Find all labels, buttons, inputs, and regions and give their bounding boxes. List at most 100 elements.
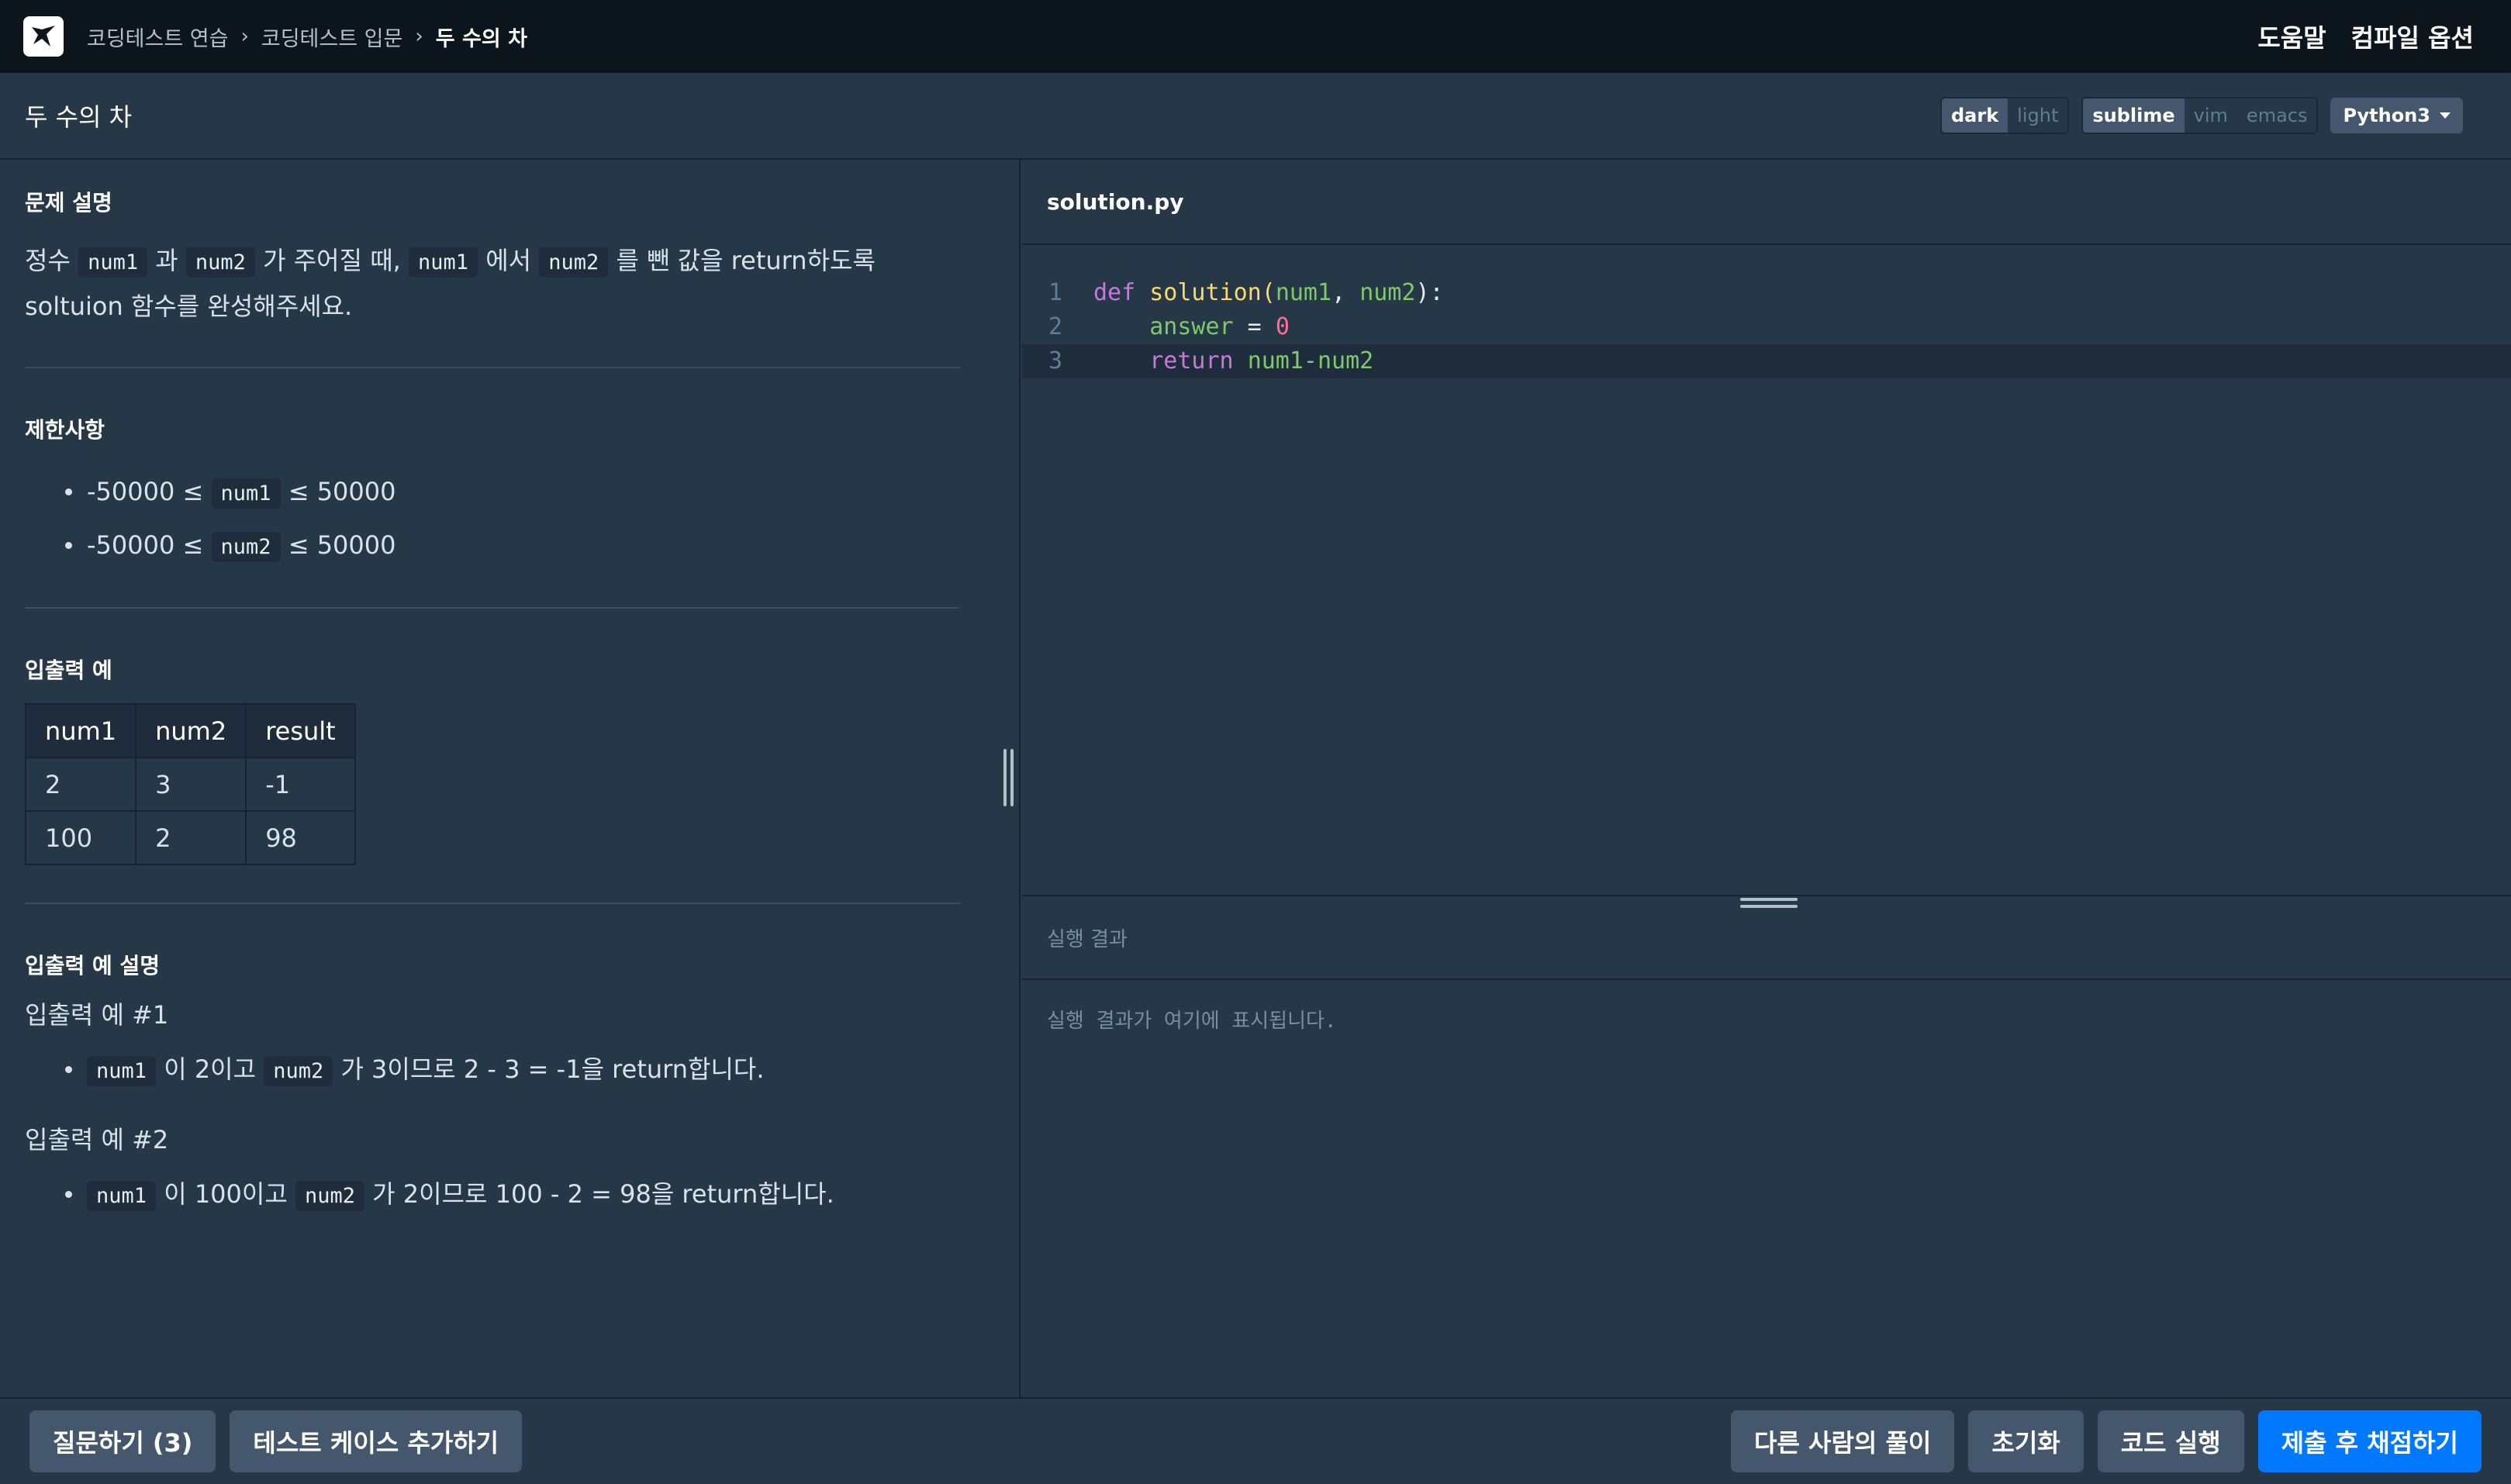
theme-light-option[interactable]: light bbox=[2008, 98, 2068, 133]
inline-code: num2 bbox=[211, 532, 281, 562]
line-number: 1 bbox=[1048, 279, 1062, 306]
table-row: 2 3 -1 bbox=[24, 757, 356, 812]
line-number: 2 bbox=[1048, 313, 1062, 340]
code-token: return bbox=[1149, 347, 1234, 374]
code-token: def bbox=[1093, 279, 1136, 306]
inline-code: num1 bbox=[211, 478, 281, 509]
code-line: 1 def solution(num1, num2): bbox=[1022, 276, 2511, 310]
theme-dark-option[interactable]: dark bbox=[1942, 98, 2008, 133]
line-number: 3 bbox=[1048, 347, 1062, 374]
text-fragment: -50000 ≤ bbox=[87, 477, 212, 506]
description-text: 정수 num1 과 num2 가 주어질 때, num1 에서 num2 를 뺀… bbox=[25, 239, 960, 328]
code-content: return num1-num2 bbox=[1084, 344, 1373, 378]
question-button[interactable]: 질문하기 (3) bbox=[29, 1410, 216, 1472]
grip-line bbox=[1010, 749, 1014, 806]
code-token: answer bbox=[1149, 313, 1234, 340]
code-token: num1 bbox=[1275, 279, 1332, 306]
inline-code: num2 bbox=[185, 247, 255, 278]
caret-down-icon bbox=[2440, 112, 2451, 119]
code-content: answer = 0 bbox=[1084, 310, 1290, 344]
examples-table: num1 num2 result 2 3 -1 100 2 98 bbox=[24, 703, 356, 865]
chevron-right-icon: › bbox=[415, 25, 423, 48]
grip-line bbox=[1740, 905, 1798, 908]
language-select-value: Python3 bbox=[2343, 105, 2430, 126]
text-fragment: ≤ 50000 bbox=[280, 530, 396, 560]
section-divider bbox=[25, 902, 960, 904]
keymap-sublime-option[interactable]: sublime bbox=[2083, 98, 2185, 133]
text-fragment: -50000 ≤ bbox=[87, 530, 212, 560]
code-token: ): bbox=[1415, 279, 1444, 306]
keymap-toggle: sublime vim emacs bbox=[2081, 97, 2319, 134]
table-header: num1 bbox=[24, 703, 137, 758]
code-line: 2 answer = 0 bbox=[1022, 310, 2511, 344]
text-fragment: 가 3이므로 2 - 3 = -1을 return합니다. bbox=[333, 1054, 765, 1084]
editor-panel: solution.py 1 def solution(num1, num2): … bbox=[1022, 160, 2511, 1397]
code-token: 0 bbox=[1275, 313, 1290, 340]
table-cell: 2 bbox=[24, 757, 137, 812]
page-title: 두 수의 차 bbox=[25, 102, 133, 132]
code-token: num1-num2 bbox=[1247, 347, 1374, 374]
keymap-emacs-option[interactable]: emacs bbox=[2236, 98, 2317, 133]
grip-line bbox=[1003, 749, 1007, 806]
text-fragment: 이 2이고 bbox=[156, 1054, 264, 1084]
constraints-list: -50000 ≤ num1 ≤ 50000 -50000 ≤ num2 ≤ 50… bbox=[25, 466, 960, 573]
horizontal-resize-handle[interactable] bbox=[1740, 898, 1798, 915]
breadcrumb-item-intro[interactable]: 코딩테스트 입문 bbox=[261, 22, 402, 52]
inline-code: num1 bbox=[408, 247, 478, 278]
logo-icon[interactable] bbox=[23, 16, 64, 57]
code-line-active: 3 return num1-num2 bbox=[1022, 344, 2511, 378]
code-token: = bbox=[1233, 313, 1276, 340]
list-item: num1 이 2이고 num2 가 3이므로 2 - 3 = -1을 retur… bbox=[25, 1044, 960, 1097]
table-cell: 3 bbox=[135, 757, 247, 812]
description-title: 문제 설명 bbox=[25, 190, 112, 216]
inline-code: num1 bbox=[87, 1181, 157, 1211]
code-token: num2 bbox=[1359, 279, 1416, 306]
chevron-right-icon: › bbox=[240, 25, 249, 48]
table-row: 100 2 98 bbox=[24, 810, 356, 865]
compile-options-link[interactable]: 컴파일 옵션 bbox=[2351, 19, 2474, 54]
text-fragment: 과 bbox=[147, 246, 186, 275]
language-select[interactable]: Python3 bbox=[2330, 98, 2463, 133]
run-code-button[interactable]: 코드 실행 bbox=[2097, 1410, 2244, 1472]
theme-toggle: dark light bbox=[1940, 97, 2070, 134]
help-link[interactable]: 도움말 bbox=[2257, 19, 2326, 54]
list-item: -50000 ≤ num1 ≤ 50000 bbox=[25, 466, 960, 519]
file-tab[interactable]: solution.py bbox=[1022, 160, 2511, 245]
code-editor[interactable]: 1 def solution(num1, num2): 2 answer = 0… bbox=[1022, 245, 2511, 895]
table-header: num2 bbox=[135, 703, 247, 758]
action-bar: 질문하기 (3) 테스트 케이스 추가하기 다른 사람의 풀이 초기화 코드 실… bbox=[0, 1397, 2511, 1484]
vertical-resize-handle[interactable] bbox=[999, 749, 1017, 806]
table-cell: -1 bbox=[245, 757, 356, 812]
text-fragment: 이 100이고 bbox=[156, 1179, 295, 1209]
example-label: 입출력 예 #2 bbox=[25, 1125, 169, 1154]
inline-code: num2 bbox=[295, 1181, 364, 1211]
keymap-vim-option[interactable]: vim bbox=[2184, 98, 2237, 133]
top-bar: 코딩테스트 연습 › 코딩테스트 입문 › 두 수의 차 도움말 컴파일 옵션 bbox=[0, 0, 2511, 73]
table-header: result bbox=[245, 703, 356, 758]
text-fragment: 가 주어질 때, bbox=[254, 246, 409, 275]
code-token: ( bbox=[1261, 279, 1276, 306]
editor-settings: dark light sublime vim emacs Python3 bbox=[1940, 97, 2486, 134]
code-token: , bbox=[1331, 279, 1360, 306]
list-item: -50000 ≤ num2 ≤ 50000 bbox=[25, 519, 960, 573]
grip-line bbox=[1740, 898, 1798, 901]
section-divider bbox=[25, 367, 960, 368]
reset-button[interactable]: 초기화 bbox=[1968, 1410, 2084, 1472]
example-label: 입출력 예 #1 bbox=[25, 1000, 169, 1030]
text-fragment: 에서 bbox=[478, 246, 540, 275]
breadcrumb-item-current: 두 수의 차 bbox=[435, 26, 527, 51]
inline-code: num2 bbox=[539, 247, 609, 278]
inline-code: num1 bbox=[78, 247, 148, 278]
add-test-case-button[interactable]: 테스트 케이스 추가하기 bbox=[230, 1410, 523, 1472]
table-cell: 98 bbox=[245, 810, 356, 865]
problem-panel: 문제 설명 정수 num1 과 num2 가 주어질 때, num1 에서 nu… bbox=[0, 160, 1021, 1397]
result-output: 실행 결과가 여기에 표시됩니다. bbox=[1047, 1009, 1337, 1033]
submit-button[interactable]: 제출 후 채점하기 bbox=[2257, 1410, 2482, 1472]
constraints-title: 제한사항 bbox=[25, 417, 105, 443]
text-fragment: 가 2이므로 100 - 2 = 98을 return합니다. bbox=[364, 1179, 834, 1209]
explanation-title: 입출력 예 설명 bbox=[25, 953, 161, 978]
breadcrumb-item-practice[interactable]: 코딩테스트 연습 bbox=[87, 22, 228, 52]
table-cell: 100 bbox=[24, 810, 137, 865]
others-solutions-button[interactable]: 다른 사람의 풀이 bbox=[1731, 1410, 1955, 1472]
code-content: def solution(num1, num2): bbox=[1084, 276, 1444, 310]
